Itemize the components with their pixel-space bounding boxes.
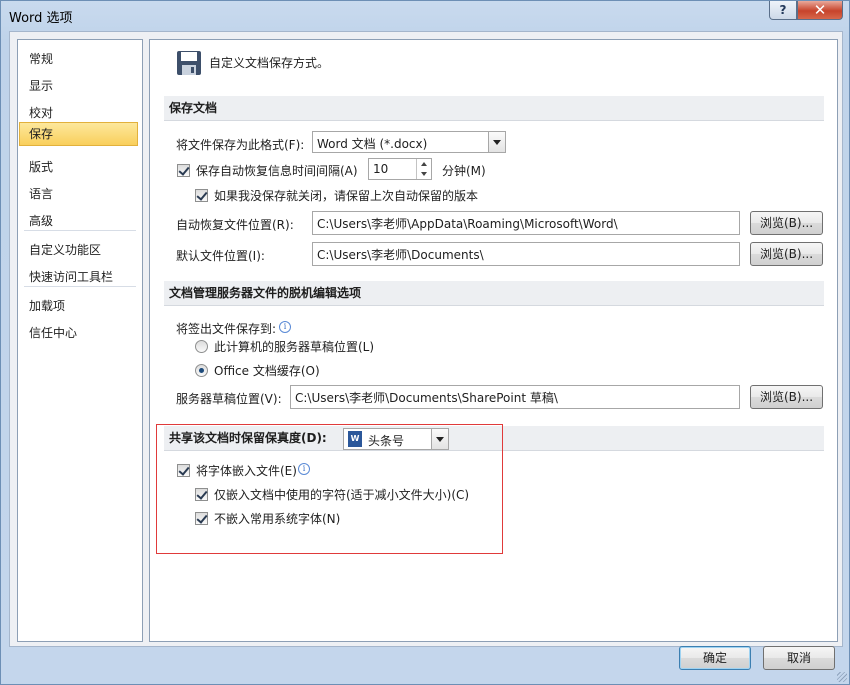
checkout-save-label: 将签出文件保存到: [176, 322, 277, 336]
word-options-dialog: Word 选项 ? ✕ 常规 显示 校对 保存 版式 语言 高级 自定义功能区 … [0, 0, 850, 685]
chevron-down-icon[interactable] [488, 132, 505, 152]
keep-last-version-checkbox[interactable] [195, 189, 208, 202]
minutes-label: 分钟(M) [442, 164, 486, 178]
keep-last-version-label: 如果我没保存就关闭，请保留上次自动保留的版本 [214, 189, 479, 203]
ok-button[interactable]: 确定 [679, 646, 751, 670]
dialog-body: 常规 显示 校对 保存 版式 语言 高级 自定义功能区 快速访问工具栏 加载项 … [9, 31, 843, 647]
office-cache-label: Office 文档缓存(O) [214, 364, 320, 378]
default-location-field[interactable]: C:\Users\李老师\Documents\ [312, 242, 740, 266]
browse-drafts-button[interactable]: 浏览(B)... [750, 385, 823, 409]
save-format-label: 将文件保存为此格式(F): [176, 138, 305, 152]
autorecover-location-field[interactable]: C:\Users\李老师\AppData\Roaming\Microsoft\W… [312, 211, 740, 235]
office-cache-radio[interactable] [195, 364, 208, 377]
page-description: 自定义文档保存方式。 [209, 56, 330, 70]
cancel-button[interactable]: 取消 [763, 646, 835, 670]
sidebar-item-add-ins[interactable]: 加载项 [19, 294, 138, 318]
resize-grip[interactable] [837, 672, 847, 682]
sidebar-divider [24, 286, 136, 287]
server-drafts-radio[interactable] [195, 340, 208, 353]
help-button[interactable]: ? [769, 1, 797, 20]
sidebar-item-display[interactable]: 显示 [19, 74, 138, 98]
section-header-offline-editing: 文档管理服务器文件的脱机编辑选项 [164, 281, 824, 306]
autorecover-location-label: 自动恢复文件位置(R): [176, 218, 294, 232]
window-title: Word 选项 [9, 11, 73, 26]
sidebar-item-language[interactable]: 语言 [19, 182, 138, 206]
autorecover-minutes-stepper[interactable]: 10 [368, 158, 432, 180]
browse-autorecover-button[interactable]: 浏览(B)... [750, 211, 823, 235]
annotation-highlight-box [156, 424, 503, 554]
drafts-location-field[interactable]: C:\Users\李老师\Documents\SharePoint 草稿\ [290, 385, 740, 409]
drafts-location-label: 服务器草稿位置(V): [176, 392, 282, 406]
save-format-dropdown[interactable]: Word 文档 (*.docx) [312, 131, 506, 153]
spin-up-icon[interactable] [417, 159, 431, 169]
sidebar-divider [24, 230, 136, 231]
info-icon: i [279, 321, 291, 333]
sidebar-item-customize-ribbon[interactable]: 自定义功能区 [19, 238, 138, 262]
title-bar[interactable]: Word 选项 ? ✕ [1, 1, 849, 31]
sidebar-item-general[interactable]: 常规 [19, 47, 138, 71]
category-sidebar: 常规 显示 校对 保存 版式 语言 高级 自定义功能区 快速访问工具栏 加载项 … [17, 39, 143, 642]
autorecover-minutes-value: 10 [373, 162, 389, 176]
default-location-label: 默认文件位置(I): [176, 249, 265, 263]
autorecover-label: 保存自动恢复信息时间间隔(A) [196, 164, 358, 178]
autorecover-checkbox[interactable] [177, 164, 190, 177]
sidebar-item-layout[interactable]: 版式 [19, 155, 138, 179]
browse-default-location-button[interactable]: 浏览(B)... [750, 242, 823, 266]
save-format-value: Word 文档 (*.docx) [317, 137, 428, 151]
spin-down-icon[interactable] [417, 169, 431, 179]
sidebar-item-trust-center[interactable]: 信任中心 [19, 321, 138, 345]
sidebar-item-save[interactable]: 保存 [19, 122, 138, 146]
section-header-save-documents: 保存文档 [164, 96, 824, 121]
server-drafts-label: 此计算机的服务器草稿位置(L) [214, 340, 375, 354]
floppy-disk-icon [177, 51, 201, 75]
close-button[interactable]: ✕ [797, 1, 843, 20]
